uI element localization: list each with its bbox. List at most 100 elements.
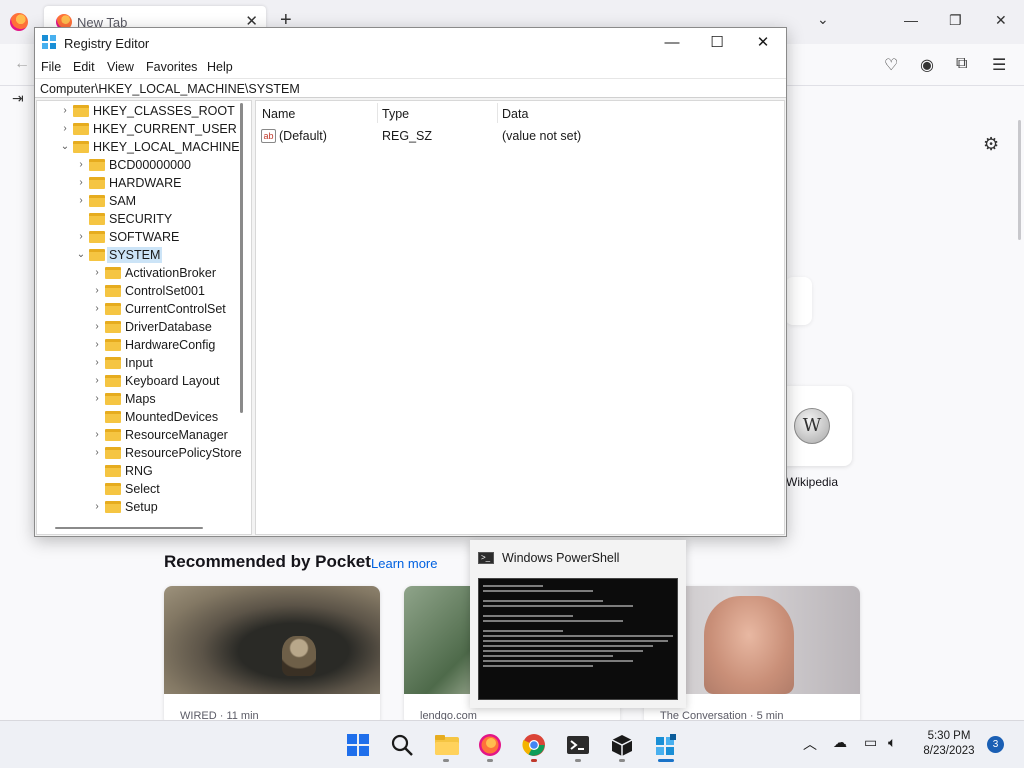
firefox-taskbar-icon[interactable] [478,733,502,757]
menu-view[interactable]: View [107,60,134,74]
chrome-icon[interactable] [522,733,546,757]
values-list[interactable]: Name Type Data ab (Default) REG_SZ (valu… [255,100,785,535]
expand-chevron-icon[interactable]: › [91,426,103,444]
expand-chevron-icon[interactable]: › [91,336,103,354]
menu-help[interactable]: Help [207,60,233,74]
file-explorer-icon[interactable] [434,733,459,757]
expand-chevron-icon[interactable]: › [91,282,103,300]
column-header-type[interactable]: Type [382,107,409,121]
powershell-taskbar-icon[interactable] [566,733,590,757]
package-box-icon[interactable] [610,733,634,757]
restore-browser-icon[interactable]: ❐ [949,12,962,29]
powershell-taskbar-preview[interactable]: >_ Windows PowerShell [470,540,686,708]
close-icon[interactable]: ✕ [748,33,778,53]
expand-chevron-icon[interactable]: › [91,318,103,336]
address-path[interactable]: Computer\HKEY_LOCAL_MACHINE\SYSTEM [40,82,300,96]
page-scrollbar[interactable] [1018,120,1021,240]
tree-node[interactable]: › ResourceManager [37,426,237,444]
registry-editor-taskbar-icon[interactable] [654,733,678,757]
minimize-browser-icon[interactable]: — [904,12,918,28]
tree-node-label: HKEY_CLASSES_ROOT [93,104,235,118]
column-divider[interactable] [497,103,498,123]
tree-node[interactable]: › ResourcePolicyStore [37,444,241,462]
account-icon[interactable]: ◉ [920,55,934,75]
tree-node[interactable]: ⌄ SYSTEM [37,246,237,264]
tree-node[interactable]: › DriverDatabase [37,318,237,336]
tree-node[interactable]: RNG [37,462,237,480]
expand-chevron-icon[interactable]: › [91,498,103,516]
firefox-menu-icon[interactable] [10,13,28,31]
back-arrow-icon[interactable]: ← [14,55,30,73]
tree-node[interactable]: › HKEY_CURRENT_USER [37,120,237,138]
tree-node[interactable]: › SAM [37,192,237,210]
notification-badge[interactable]: 3 [987,736,1004,753]
address-bar[interactable]: Computer\HKEY_LOCAL_MACHINE\SYSTEM [35,78,786,98]
tree-node[interactable]: › Keyboard Layout [37,372,237,390]
tree-node[interactable]: › HKEY_CLASSES_ROOT [37,102,237,120]
tree-node[interactable]: › Input [37,354,237,372]
tree-node[interactable]: › ActivationBroker [37,264,237,282]
tree-node[interactable]: › CurrentControlSet [37,300,237,318]
tree-node[interactable]: › ControlSet001 [37,282,237,300]
tree-node[interactable]: › SOFTWARE [37,228,237,246]
taskbar-clock[interactable]: 5:30 PM 8/23/2023 [921,729,977,759]
folder-icon [73,123,89,135]
windows-start-icon[interactable] [346,733,370,757]
console-text-line [483,660,633,662]
pocket-icon[interactable]: ♡ [884,55,898,75]
pocket-card-wired[interactable]: WIRED · 11 min [164,586,380,726]
expand-chevron-icon[interactable]: › [91,390,103,408]
expand-chevron-icon[interactable]: › [91,444,103,462]
show-hidden-icons-chevron-icon[interactable]: ︿ [803,734,817,754]
cloud-offline-icon[interactable]: ☁ [833,734,847,751]
tree-node[interactable]: › HARDWARE [37,174,237,192]
collapse-chevron-icon[interactable]: ⌄ [75,246,87,264]
tree-node[interactable]: MountedDevices [37,408,237,426]
tree-node[interactable]: ⌄ HKEY_LOCAL_MACHINE [37,138,240,156]
menu-edit[interactable]: Edit [73,60,95,74]
expand-chevron-icon[interactable]: › [59,102,71,120]
shortcut-tile[interactable] [785,277,812,325]
volume-speaker-icon[interactable]: 🔈︎ [888,734,896,751]
collapse-chevron-icon[interactable]: ⌄ [59,138,71,156]
extensions-icon[interactable]: ⧉ [956,55,967,73]
expand-chevron-icon[interactable]: › [75,228,87,246]
expand-chevron-icon[interactable]: › [91,300,103,318]
folder-icon [105,339,121,351]
tree-node[interactable]: SECURITY [37,210,237,228]
minimize-icon[interactable]: — [657,33,687,53]
registry-tree[interactable]: › HKEY_CLASSES_ROOT › HKEY_CURRENT_USER ⌄ HKE… [36,100,252,535]
expand-chevron-icon[interactable]: › [59,120,71,138]
powershell-window-preview[interactable] [478,578,678,700]
tree-node[interactable]: › Setup [37,498,237,516]
title-bar[interactable]: Registry Editor — ☐ ✕ [35,28,786,58]
search-icon[interactable] [390,733,414,757]
menu-favorites[interactable]: Favorites [146,60,197,74]
tree-node[interactable]: Select [37,480,237,498]
customize-gear-icon[interactable]: ⚙ [983,134,999,155]
expand-chevron-icon[interactable]: › [91,354,103,372]
sign-in-icon[interactable]: ⇥ [12,90,24,107]
column-header-data[interactable]: Data [502,107,528,121]
expand-chevron-icon[interactable]: › [91,372,103,390]
tree-horizontal-scrollbar[interactable] [55,527,203,529]
value-name[interactable]: (Default) [279,129,327,143]
tree-node[interactable]: › HardwareConfig [37,336,237,354]
tree-node[interactable]: › Maps [37,390,237,408]
expand-chevron-icon[interactable]: › [91,264,103,282]
close-browser-icon[interactable]: ✕ [995,12,1007,29]
app-menu-icon[interactable]: ☰ [992,55,1006,75]
expand-chevron-icon[interactable]: › [75,156,87,174]
network-monitor-icon[interactable]: ▭ [864,734,877,751]
menu-file[interactable]: File [41,60,61,74]
tree-node[interactable]: › BCD00000000 [37,156,237,174]
maximize-icon[interactable]: ☐ [702,33,732,53]
pocket-learn-more-link[interactable]: Learn more [371,556,437,571]
expand-chevron-icon[interactable]: › [75,174,87,192]
column-header-name[interactable]: Name [262,107,295,121]
column-divider[interactable] [377,103,378,123]
expand-chevron-icon[interactable]: › [75,192,87,210]
console-text-line [483,640,668,642]
folder-icon [105,285,121,297]
list-tabs-chevron-icon[interactable]: ⌄ [817,11,829,28]
